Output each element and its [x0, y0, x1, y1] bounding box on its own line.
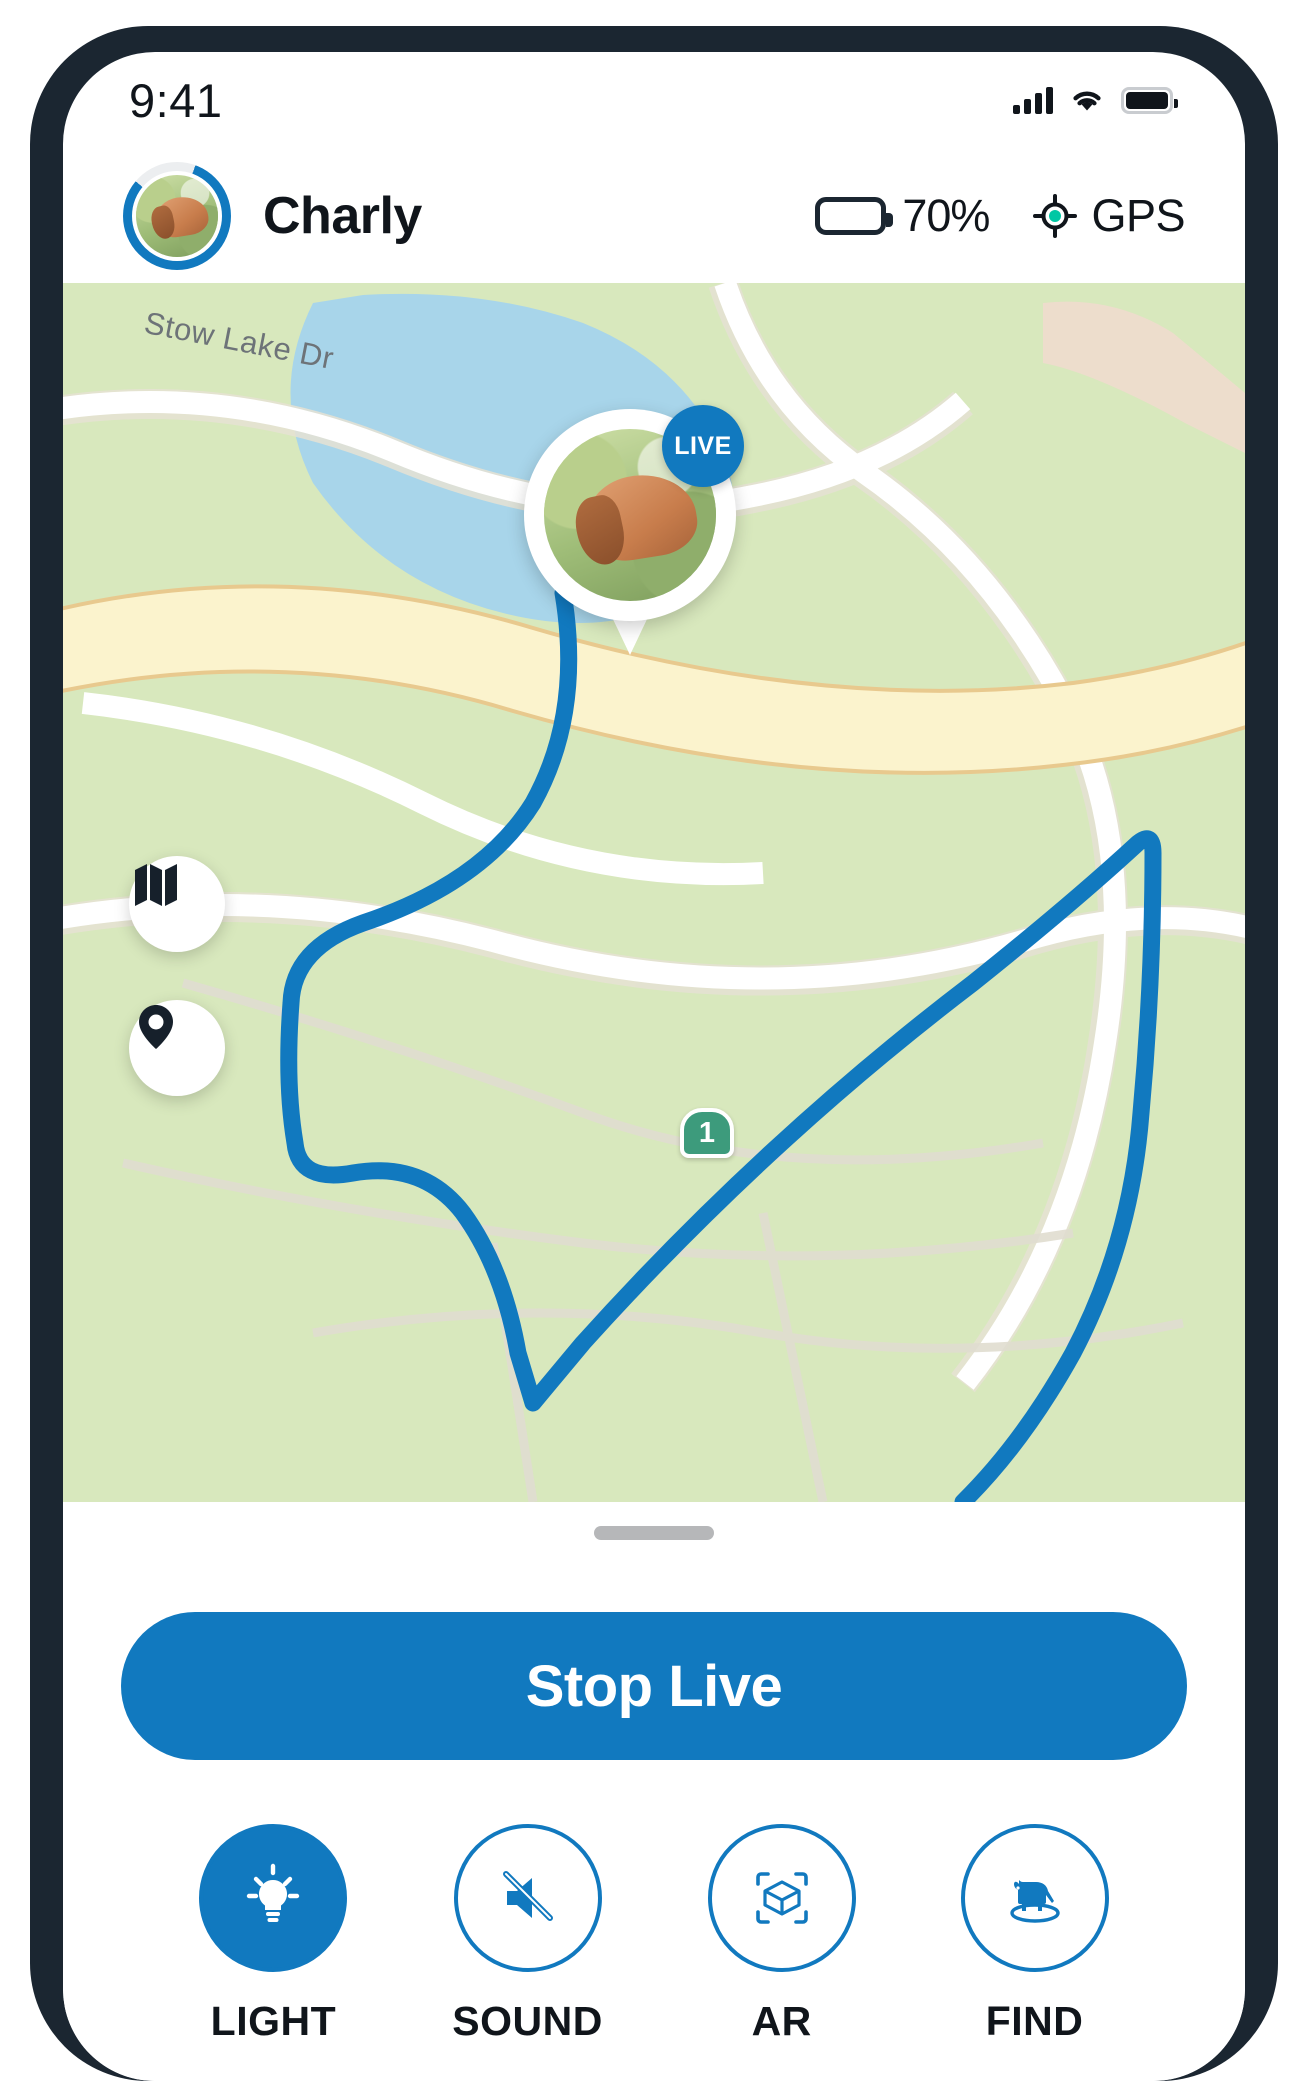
- dog-radar-icon: [1009, 1880, 1060, 1923]
- action-sound[interactable]: SOUND: [452, 1824, 603, 2045]
- status-time: 9:41: [129, 73, 223, 127]
- wifi-icon: [1073, 91, 1101, 111]
- stop-live-button[interactable]: Stop Live: [121, 1612, 1187, 1760]
- find-label: FIND: [985, 1998, 1084, 2044]
- map-view[interactable]: Stow Lake Dr 1 🚺 LIVE: [63, 283, 1245, 1502]
- live-badge: LIVE: [662, 405, 744, 487]
- app-header: Charly 70% GPS: [63, 148, 1245, 283]
- route-shield-marker: 1: [680, 1108, 734, 1158]
- location-pin-icon: [139, 1005, 173, 1049]
- pet-avatar[interactable]: [123, 161, 231, 270]
- battery-percent-label: 70%: [902, 189, 990, 241]
- status-bar: 9:41: [63, 52, 1245, 148]
- map-layers-icon: [135, 864, 177, 906]
- action-ar[interactable]: AR: [707, 1824, 856, 2045]
- action-row: LIGHT SOUND AR FIND: [63, 1824, 1245, 2045]
- header-status-group: 70% GPS: [815, 190, 1185, 242]
- gps-label: GPS: [1091, 189, 1185, 241]
- battery-full-icon: [1121, 86, 1178, 114]
- gps-target-icon: [1033, 193, 1078, 238]
- sound-label: SOUND: [452, 1998, 603, 2044]
- ar-label: AR: [751, 1998, 812, 2044]
- battery-icon: [815, 196, 894, 235]
- drag-handle[interactable]: [594, 1526, 714, 1540]
- status-icons: [1013, 86, 1178, 114]
- map-layers-button[interactable]: [129, 856, 225, 952]
- ar-button-circle[interactable]: [707, 1824, 856, 1972]
- action-find[interactable]: FIND: [960, 1824, 1109, 2045]
- locate-button[interactable]: [129, 1000, 225, 1096]
- avatar-photo: [132, 170, 222, 261]
- light-button-circle[interactable]: [199, 1824, 348, 1972]
- pet-name: Charly: [263, 186, 422, 245]
- ar-cube-icon: [755, 1872, 808, 1924]
- sound-button-circle[interactable]: [453, 1824, 602, 1972]
- action-light[interactable]: LIGHT: [199, 1824, 348, 2045]
- pet-location-pin[interactable]: LIVE: [524, 405, 744, 655]
- signal-bars-icon: [1013, 86, 1053, 114]
- bottom-sheet: Stop Live LIGHT SOUND AR FIND: [63, 1502, 1245, 2081]
- find-button-circle[interactable]: [960, 1824, 1109, 1972]
- lightbulb-icon: [247, 1863, 300, 1922]
- phone-frame: 9:41 Charly 70% GPS Stow Lake Dr 1 LIVE …: [30, 26, 1278, 2081]
- gps-status: GPS: [1033, 190, 1185, 242]
- light-label: LIGHT: [210, 1998, 337, 2044]
- speaker-muted-icon: [502, 1871, 553, 1921]
- phone-screen: 9:41 Charly 70% GPS Stow Lake Dr 1 LIVE …: [63, 52, 1245, 2081]
- collar-battery: 70%: [815, 189, 990, 242]
